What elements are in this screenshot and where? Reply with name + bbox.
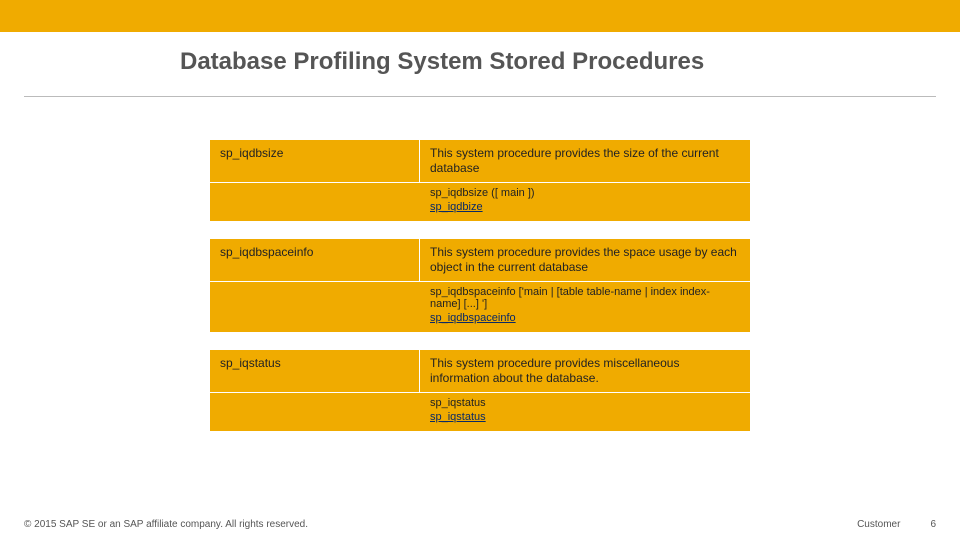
proc-detail: sp_iqstatus sp_iqstatus xyxy=(210,392,750,431)
proc-name: sp_iqstatus xyxy=(210,350,420,392)
page-title: Database Profiling System Stored Procedu… xyxy=(180,48,704,76)
procedures-table: sp_iqdbsize This system procedure provid… xyxy=(210,140,750,431)
footer-page: 6 xyxy=(930,519,936,530)
footer-copyright: © 2015 SAP SE or an SAP affiliate compan… xyxy=(24,519,308,530)
top-accent-bar xyxy=(0,0,960,32)
proc-name: sp_iqdbspaceinfo xyxy=(210,239,420,281)
row-gap xyxy=(210,332,750,350)
footer: © 2015 SAP SE or an SAP affiliate compan… xyxy=(24,519,936,530)
proc-name: sp_iqdbsize xyxy=(210,140,420,182)
table-row: sp_iqstatus This system procedure provid… xyxy=(210,350,750,392)
proc-syntax: sp_iqdbspaceinfo ['main | [table table-n… xyxy=(430,286,740,310)
proc-desc: This system procedure provides the space… xyxy=(420,239,750,281)
table-row: sp_iqdbsize This system procedure provid… xyxy=(210,140,750,182)
proc-syntax: sp_iqdbsize ([ main ]) xyxy=(430,187,740,199)
proc-link[interactable]: sp_iqdbize xyxy=(430,201,483,213)
proc-detail: sp_iqdbsize ([ main ]) sp_iqdbize xyxy=(210,182,750,221)
table-row: sp_iqdbspaceinfo This system procedure p… xyxy=(210,239,750,281)
proc-detail: sp_iqdbspaceinfo ['main | [table table-n… xyxy=(210,281,750,332)
proc-syntax: sp_iqstatus xyxy=(430,397,740,409)
proc-link[interactable]: sp_iqstatus xyxy=(430,411,486,423)
proc-desc: This system procedure provides miscellan… xyxy=(420,350,750,392)
footer-label: Customer xyxy=(857,519,900,530)
row-gap xyxy=(210,221,750,239)
title-divider xyxy=(24,96,936,97)
proc-link[interactable]: sp_iqdbspaceinfo xyxy=(430,312,516,324)
proc-desc: This system procedure provides the size … xyxy=(420,140,750,182)
